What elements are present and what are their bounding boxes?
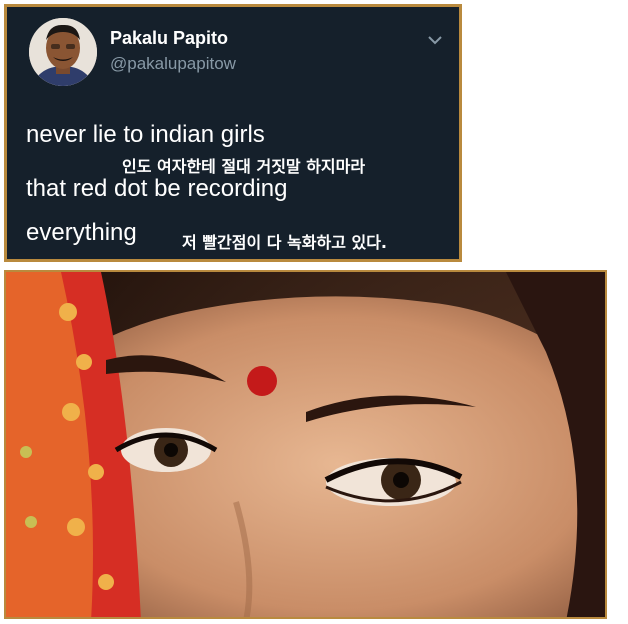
bindi-dot — [247, 366, 277, 396]
chevron-down-icon[interactable] — [427, 33, 443, 47]
tweet-text-line-1: never lie to indian girls — [26, 121, 265, 148]
korean-caption-2: 저 빨간점이 다 녹화하고 있다. — [182, 233, 387, 252]
korean-caption-1: 인도 여자한테 절대 거짓말 하지마라 — [122, 157, 366, 176]
avatar[interactable] — [29, 18, 97, 86]
tweet-text-line-2: that red dot be recording — [26, 175, 288, 202]
tweet-text-line-3: everything — [26, 219, 137, 246]
photo-image — [4, 270, 607, 619]
display-name[interactable]: Pakalu Papito — [110, 28, 228, 49]
handle[interactable]: @pakalupapitow — [110, 54, 236, 74]
tweet-card: Pakalu Papito @pakalupapitow never lie t… — [4, 4, 462, 262]
